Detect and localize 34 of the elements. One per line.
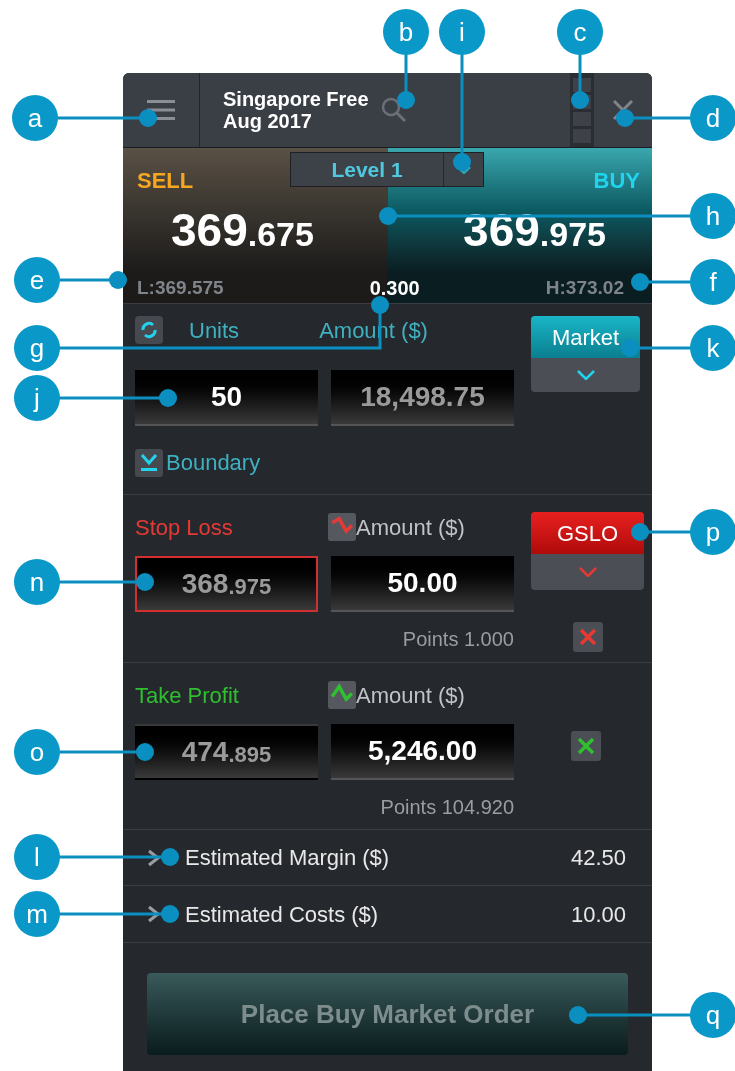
callout-marker: j: [14, 375, 60, 421]
callout-marker: f: [690, 259, 735, 305]
estimate-value: 10.00: [570, 900, 626, 929]
callout-marker: h: [690, 193, 735, 239]
points-text: Points 104.920: [380, 795, 514, 820]
callout-marker: i: [439, 9, 485, 55]
callout-marker: n: [14, 559, 60, 605]
callout-marker: o: [14, 729, 60, 775]
points-text: Points 1.000: [402, 627, 514, 652]
amount-label: Amount ($): [356, 681, 465, 710]
callout-marker: l: [14, 834, 60, 880]
market-title: Singapore Free: [223, 88, 369, 110]
buy-label: BUY: [593, 167, 640, 195]
callout-marker: d: [690, 95, 735, 141]
callout-marker: q: [690, 992, 735, 1038]
market-date: Aug 2017: [223, 110, 313, 132]
units-label: Units: [189, 316, 240, 345]
sell-label: SELL: [137, 167, 194, 195]
callout-marker: g: [14, 325, 60, 371]
low-price: L:369.575: [137, 275, 224, 300]
callout-marker: b: [383, 9, 429, 55]
callout-marker: k: [690, 325, 735, 371]
callout-marker: c: [557, 9, 603, 55]
stop-loss-label: Stop Loss: [135, 513, 234, 542]
callout-marker: p: [690, 509, 735, 555]
callout-marker: e: [14, 257, 60, 303]
callout-marker: a: [12, 95, 58, 141]
sell-price: 369.675: [171, 207, 314, 253]
estimate-value: 42.50: [570, 844, 626, 872]
amount-label: Amount ($): [356, 513, 465, 542]
spread-value: 0.300: [369, 276, 420, 301]
callout-marker: m: [14, 891, 60, 937]
take-profit-label: Take Profit: [135, 681, 240, 710]
high-price: H:373.02: [545, 275, 624, 300]
